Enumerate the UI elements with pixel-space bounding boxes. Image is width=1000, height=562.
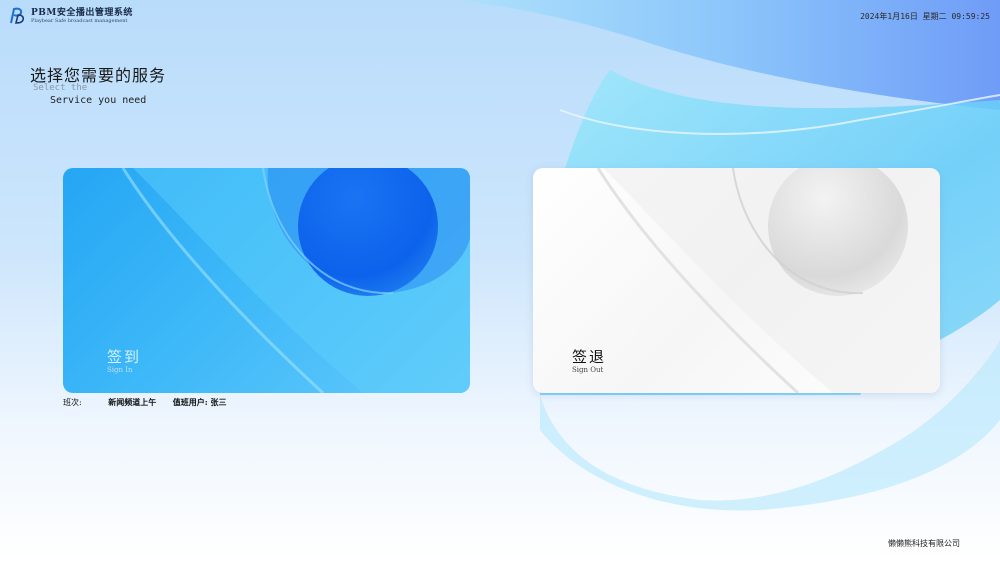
shift-label: 班次: [63, 398, 82, 407]
sign-in-title: 签到 [107, 348, 142, 366]
app-logo: PBM安全播出管理系统 Playbear Safe broadcast mana… [8, 6, 133, 26]
duty-user: 值班用户: 张三 [172, 397, 227, 407]
app-subtitle: Playbear Safe broadcast management [31, 17, 128, 24]
sign-in-subtitle: Sign In [107, 366, 133, 374]
app-title: PBM安全播出管理系统 [31, 7, 133, 18]
sign-out-title: 签退 [572, 348, 607, 366]
shift-info: 班次: 新闻频道上午 值班用户: 张三 [63, 397, 227, 408]
sign-out-card[interactable]: 签退 Sign Out [533, 168, 940, 393]
company-name: 懒懒熊科技有限公司 [888, 539, 960, 548]
page-subtitle-line2: Service you need [50, 95, 147, 106]
page-heading: 选择您需要的服务 Select the Service you need [30, 62, 166, 106]
datetime-display: 2024年1月16日 星期二 09:59:25 [860, 12, 990, 21]
page-subtitle-line1: Select the [33, 83, 88, 93]
sign-in-card[interactable]: 签到 Sign In [63, 168, 470, 393]
shift-value: 新闻频道上午 [108, 397, 157, 407]
sign-out-subtitle: Sign Out [572, 366, 604, 374]
pb-logo-icon [10, 7, 25, 24]
